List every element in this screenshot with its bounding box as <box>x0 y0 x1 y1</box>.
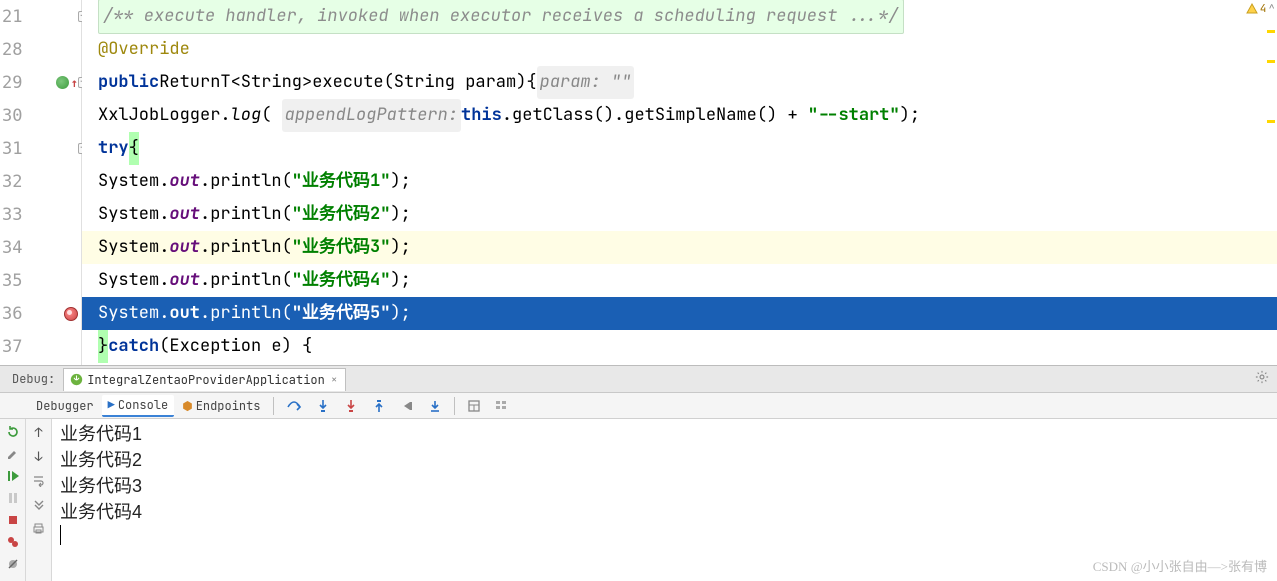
console-line: 业务代码4 <box>60 499 1269 525</box>
console-caret <box>60 525 61 545</box>
debug-session-tab[interactable]: IntegralZentaoProviderApplication × <box>63 368 346 391</box>
scroll-down-icon[interactable]: ↓ <box>30 447 48 465</box>
settings-gear-icon[interactable] <box>1255 370 1269 388</box>
console-line: 业务代码3 <box>60 473 1269 499</box>
editor-gutter: 21+ 28 29 ↑ − 30 31− 32 33 34 35 36 37 <box>0 0 82 365</box>
step-into-icon[interactable] <box>310 397 336 415</box>
override-method-icon[interactable] <box>56 76 69 89</box>
step-over-icon[interactable] <box>280 397 308 415</box>
debug-session-tabs: Debug: IntegralZentaoProviderApplication… <box>0 366 1277 393</box>
annotation: @Override <box>98 33 190 66</box>
line-number: 34 <box>2 238 22 258</box>
stop-icon[interactable] <box>4 511 22 529</box>
run-to-cursor-icon[interactable] <box>422 397 448 415</box>
trace-current-stream-icon[interactable] <box>489 398 517 414</box>
line-number: 36 <box>2 304 22 324</box>
rerun-icon[interactable] <box>4 423 22 441</box>
print-icon[interactable] <box>30 519 48 537</box>
code-content[interactable]: /** execute handler, invoked when execut… <box>82 0 1277 365</box>
modify-run-config-icon[interactable] <box>4 445 22 463</box>
resume-program-icon[interactable] <box>4 467 22 485</box>
scroll-to-end-icon[interactable] <box>30 495 48 513</box>
debug-body: ↑ ↓ 业务代码1 业务代码2 业务代码3 业务代码4 <box>0 419 1277 581</box>
debug-label: Debug: <box>4 371 63 387</box>
line-number: 29 <box>2 73 22 93</box>
endpoints-icon: ⬢ <box>182 398 192 414</box>
console-output[interactable]: 业务代码1 业务代码2 业务代码3 业务代码4 <box>52 419 1277 581</box>
line-number: 32 <box>2 172 22 192</box>
line-number: 35 <box>2 271 22 291</box>
pause-program-icon[interactable] <box>4 489 22 507</box>
line-number: 33 <box>2 205 22 225</box>
console-controls: ↑ ↓ <box>26 419 52 581</box>
console-line: 业务代码2 <box>60 447 1269 473</box>
view-breakpoints-icon[interactable] <box>4 533 22 551</box>
debug-tool-window: Debug: IntegralZentaoProviderApplication… <box>0 365 1277 581</box>
line-number: 30 <box>2 106 22 126</box>
scroll-up-icon[interactable]: ↑ <box>30 423 48 441</box>
warning-marker[interactable] <box>1267 120 1275 123</box>
spring-boot-icon <box>70 373 83 386</box>
endpoints-tab[interactable]: ⬢Endpoints <box>176 396 266 416</box>
soft-wrap-icon[interactable] <box>30 471 48 489</box>
error-stripe[interactable]: 4 ^ <box>1263 0 1277 365</box>
line-number: 31 <box>2 139 22 159</box>
drop-frame-icon[interactable] <box>394 397 420 415</box>
console-tab[interactable]: ▶Console <box>102 395 175 417</box>
mute-breakpoints-icon[interactable] <box>4 555 22 573</box>
doc-comment: /** execute handler, invoked when execut… <box>98 0 904 34</box>
step-out-icon[interactable] <box>366 397 392 415</box>
warning-count-icon[interactable]: 4 ^ <box>1246 2 1275 16</box>
debug-run-controls <box>0 419 26 581</box>
line-number: 21 <box>2 7 22 27</box>
breakpoint-icon[interactable] <box>64 307 78 321</box>
debugger-tab[interactable]: Debugger <box>30 396 100 416</box>
code-editor[interactable]: 21+ 28 29 ↑ − 30 31− 32 33 34 35 36 37 /… <box>0 0 1277 365</box>
debug-toolbar: Debugger ▶Console ⬢Endpoints <box>0 393 1277 419</box>
console-line: 业务代码1 <box>60 421 1269 447</box>
line-number: 37 <box>2 337 22 357</box>
close-tab-icon[interactable]: × <box>329 373 340 387</box>
force-step-into-icon[interactable] <box>338 397 364 415</box>
line-number: 28 <box>2 40 22 60</box>
warning-marker[interactable] <box>1267 30 1275 33</box>
warning-marker[interactable] <box>1267 60 1275 63</box>
evaluate-expression-icon[interactable] <box>461 397 487 415</box>
